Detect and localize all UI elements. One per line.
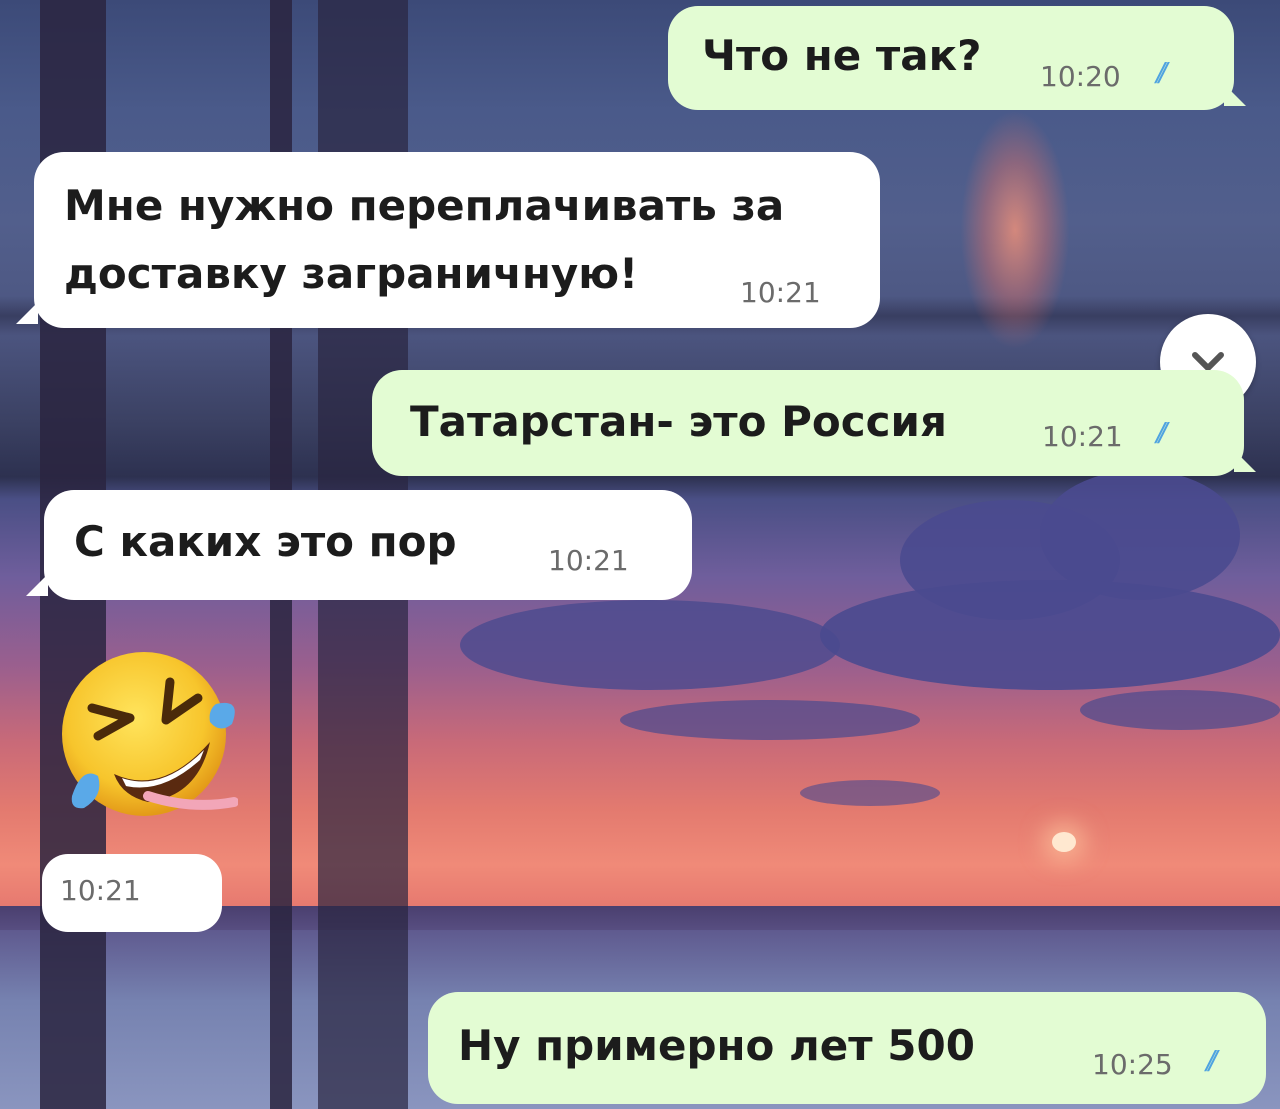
wallpaper-cloud [800, 780, 940, 806]
message-text: Что не так? [702, 31, 982, 80]
bubble-tail [16, 302, 38, 324]
wallpaper-cloud [1080, 690, 1280, 730]
message-bubble-incoming[interactable]: С каких это пор 10:21 [26, 490, 692, 600]
read-ticks-icon: // [1206, 1046, 1217, 1076]
message-time: 10:21 [60, 874, 141, 907]
wallpaper-sun-reflection [960, 110, 1070, 350]
message-text: Мне нужно переплачивать за [64, 181, 785, 230]
message-text: Ну примерно лет 500 [458, 1021, 975, 1070]
message-time: 10:21 [740, 276, 821, 309]
message-time: 10:20 [1040, 60, 1121, 93]
wallpaper-cloud [620, 700, 920, 740]
read-ticks-icon: // [1156, 58, 1167, 88]
message-sticker[interactable] [52, 646, 239, 826]
bubble-tail [26, 574, 48, 596]
message-text: доставку заграничную! [64, 249, 639, 298]
read-ticks-icon: // [1156, 418, 1167, 448]
sticker-time-bubble: 10:21 [42, 854, 222, 932]
message-time: 10:25 [1092, 1048, 1173, 1081]
message-time: 10:21 [1042, 420, 1123, 453]
message-bubble-incoming[interactable]: Мне нужно переплачивать за доставку загр… [16, 152, 880, 328]
wallpaper-cloud [820, 580, 1280, 690]
rolling-on-the-floor-laughing-emoji [62, 652, 239, 816]
message-text: С каких это пор [74, 517, 457, 566]
wallpaper-sun [1052, 832, 1076, 852]
message-bubble-outgoing[interactable]: Ну примерно лет 500 10:25 // [428, 992, 1266, 1104]
message-text: Татарстан- это Россия [410, 397, 947, 446]
bubble-tail [1224, 84, 1246, 106]
message-time: 10:21 [548, 544, 629, 577]
message-bubble-outgoing[interactable]: Что не так? 10:20 // [668, 6, 1246, 110]
message-bubble-outgoing[interactable]: Татарстан- это Россия 10:21 // [372, 370, 1256, 476]
wallpaper-cloud [460, 600, 840, 690]
bubble-tail [1234, 450, 1256, 472]
